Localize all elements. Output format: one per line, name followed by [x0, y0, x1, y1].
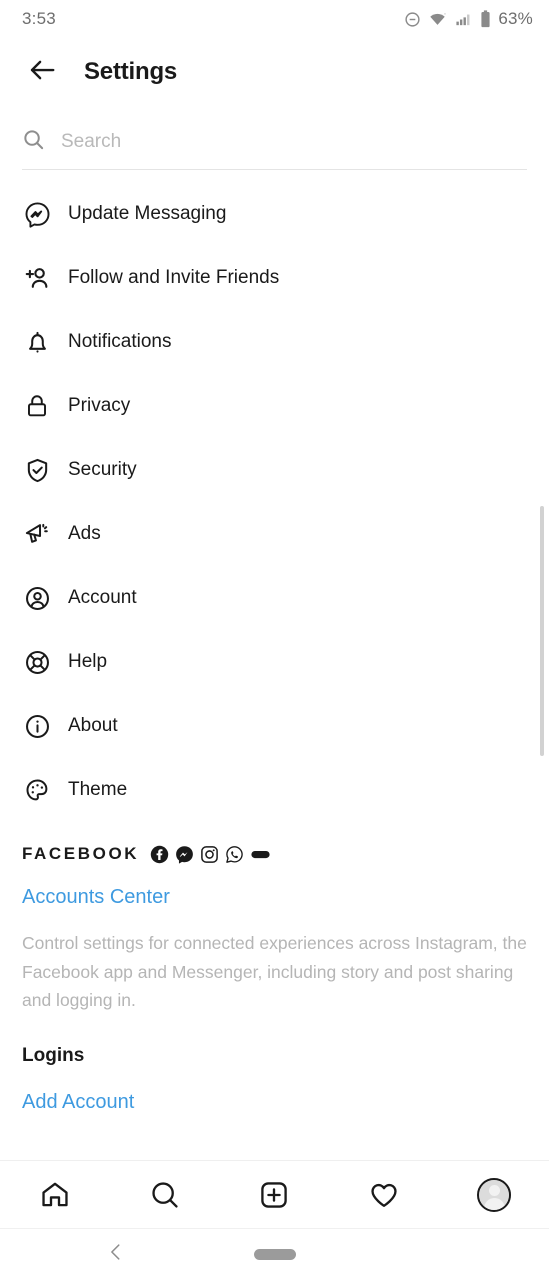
menu-item-label: Notifications	[68, 331, 172, 352]
facebook-brand-label: FACEBOOK	[22, 844, 140, 863]
shield-check-icon	[22, 455, 52, 485]
page-title: Settings	[84, 58, 178, 85]
search-icon	[149, 1179, 181, 1211]
oculus-icon	[250, 845, 271, 864]
settings-menu: Update Messaging Follow and Invite Frien…	[0, 170, 549, 822]
lifebuoy-icon	[22, 647, 52, 677]
search-bar[interactable]	[22, 128, 527, 170]
info-circle-icon	[22, 711, 52, 741]
menu-item-label: Update Messaging	[68, 203, 227, 224]
scrollbar-thumb[interactable]	[540, 506, 544, 756]
facebook-icon	[150, 845, 169, 864]
messenger-icon	[175, 845, 194, 864]
menu-item-privacy[interactable]: Privacy	[0, 374, 549, 438]
plus-square-icon	[258, 1179, 290, 1211]
menu-item-account[interactable]: Account	[0, 566, 549, 630]
tab-home[interactable]	[24, 1169, 86, 1221]
status-bar: 3:53 63%	[0, 0, 549, 38]
avatar	[477, 1177, 512, 1212]
tab-profile[interactable]	[463, 1169, 525, 1221]
status-bar-clock: 3:53	[22, 9, 56, 28]
chevron-left-icon	[105, 1241, 127, 1268]
system-home-pill[interactable]	[253, 1249, 296, 1260]
menu-item-follow-and-invite-friends[interactable]: Follow and Invite Friends	[0, 246, 549, 310]
app-screen: 3:53 63% Settings Search Update Messagin…	[0, 0, 549, 1280]
cellular-signal-icon	[454, 11, 473, 28]
system-back-button[interactable]	[96, 1235, 136, 1275]
facebook-section-description: Control settings for connected experienc…	[22, 933, 527, 1010]
logins-heading: Logins	[22, 1044, 85, 1066]
menu-item-label: Privacy	[68, 395, 131, 416]
menu-item-theme[interactable]: Theme	[0, 758, 549, 822]
person-add-icon	[22, 263, 52, 293]
tab-search[interactable]	[134, 1169, 196, 1221]
instagram-icon	[200, 845, 219, 864]
whatsapp-icon	[225, 845, 244, 864]
menu-item-update-messaging[interactable]: Update Messaging	[0, 182, 549, 246]
menu-item-label: Account	[68, 587, 137, 608]
user-circle-icon	[22, 583, 52, 613]
menu-item-label: Ads	[68, 523, 101, 544]
arrow-left-icon	[27, 55, 57, 90]
menu-item-ads[interactable]: Ads	[0, 502, 549, 566]
battery-percent-label: 63%	[498, 9, 533, 28]
home-icon	[39, 1179, 71, 1211]
tab-activity[interactable]	[353, 1169, 415, 1221]
menu-item-about[interactable]: About	[0, 694, 549, 758]
messenger-icon	[22, 199, 52, 229]
lock-icon	[22, 391, 52, 421]
heart-icon	[368, 1179, 400, 1211]
accounts-center-link[interactable]: Accounts Center	[22, 886, 527, 909]
menu-item-security[interactable]: Security	[0, 438, 549, 502]
bottom-tab-bar	[0, 1160, 549, 1228]
menu-item-label: Theme	[68, 779, 128, 800]
battery-icon	[480, 10, 491, 28]
facebook-brand-row: FACEBOOK	[22, 844, 527, 864]
do-not-disturb-icon	[404, 11, 421, 28]
search-container	[0, 106, 549, 170]
scrollbar[interactable]	[539, 106, 545, 1160]
tab-create[interactable]	[243, 1169, 305, 1221]
megaphone-icon	[22, 519, 52, 549]
menu-item-label: Help	[68, 651, 108, 672]
avatar-image	[479, 1179, 510, 1210]
bell-icon	[22, 327, 52, 357]
search-input[interactable]	[61, 131, 527, 153]
settings-scroll-area: Update Messaging Follow and Invite Frien…	[0, 106, 549, 1160]
menu-item-help[interactable]: Help	[0, 630, 549, 694]
menu-item-label: About	[68, 715, 118, 736]
back-button[interactable]	[20, 50, 64, 94]
menu-item-notifications[interactable]: Notifications	[0, 310, 549, 374]
app-header: Settings	[0, 38, 549, 106]
menu-item-label: Follow and Invite Friends	[68, 267, 280, 288]
menu-item-label: Security	[68, 459, 137, 480]
search-icon	[22, 128, 45, 156]
facebook-section: FACEBOOK Accounts Center Control setting…	[0, 822, 549, 1114]
facebook-product-icons	[150, 845, 271, 864]
system-navigation-bar	[0, 1228, 549, 1280]
wifi-icon	[428, 11, 447, 28]
status-bar-icons: 63%	[404, 9, 533, 29]
add-account-link[interactable]: Add Account	[22, 1091, 527, 1114]
palette-icon	[22, 775, 52, 805]
